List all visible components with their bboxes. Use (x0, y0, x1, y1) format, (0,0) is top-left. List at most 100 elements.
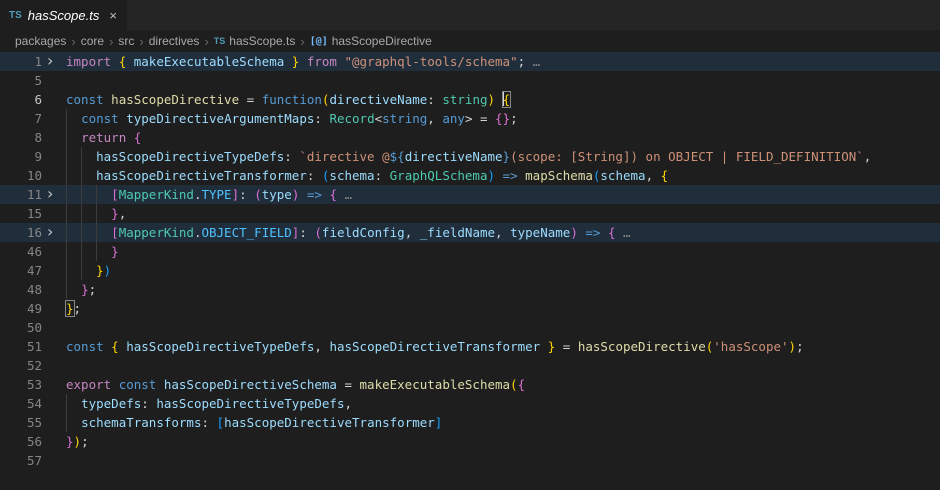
code-token: ) (74, 434, 82, 449)
breadcrumb-item-hasscopedirective[interactable]: [@]hasScopeDirective (310, 34, 432, 48)
indent-guide (96, 185, 97, 204)
code-text: [MapperKind.OBJECT_FIELD]: (fieldConfig,… (66, 223, 631, 242)
code-line-54[interactable]: 54 typeDefs: hasScopeDirectiveTypeDefs, (0, 394, 940, 413)
tab-close-icon[interactable]: × (109, 8, 117, 23)
indent-guide (96, 204, 97, 223)
code-token: ; (518, 54, 533, 69)
code-line-57[interactable]: 57 (0, 451, 940, 470)
code-token: any (442, 111, 465, 126)
code-token: ; (510, 111, 518, 126)
breadcrumb-item-hasscope.ts[interactable]: TShasScope.ts (214, 34, 296, 48)
gutter: 56 (0, 432, 66, 451)
code-line-53[interactable]: 53export const hasScopeDirectiveSchema =… (0, 375, 940, 394)
code-editor[interactable]: 1›import { makeExecutableSchema } from "… (0, 52, 940, 470)
gutter: 7 (0, 109, 66, 128)
code-token: < (375, 111, 383, 126)
gutter: 52 (0, 356, 66, 375)
code-token: } (81, 282, 89, 297)
code-text: }); (66, 432, 89, 451)
code-token: hasScopeDirective (578, 339, 706, 354)
code-token (66, 244, 111, 259)
breadcrumb-item-core[interactable]: core (81, 34, 104, 48)
code-token: ; (81, 434, 89, 449)
code-token: from (307, 54, 337, 69)
tab-hasscope[interactable]: TS hasScope.ts × (0, 0, 127, 30)
code-token: } (111, 206, 119, 221)
code-token: MapperKind (119, 225, 194, 240)
code-line-9[interactable]: 9 hasScopeDirectiveTypeDefs: `directive … (0, 147, 940, 166)
code-token: … (616, 225, 631, 240)
code-line-15[interactable]: 15 }, (0, 204, 940, 223)
code-token: { (661, 168, 669, 183)
code-line-7[interactable]: 7 const typeDirectiveArgumentMaps: Recor… (0, 109, 940, 128)
code-token: : (299, 225, 314, 240)
code-token: = (555, 339, 578, 354)
code-token: [ (217, 415, 225, 430)
code-line-16[interactable]: 16› [MapperKind.OBJECT_FIELD]: (fieldCon… (0, 223, 940, 242)
gutter: 1› (0, 52, 66, 71)
indent-guide (96, 223, 97, 242)
code-line-1[interactable]: 1›import { makeExecutableSchema } from "… (0, 52, 940, 71)
indent-guide (66, 261, 67, 280)
code-token: } (503, 149, 511, 164)
breadcrumb-item-directives[interactable]: directives (149, 34, 200, 48)
code-token: => (307, 187, 322, 202)
code-line-50[interactable]: 50 (0, 318, 940, 337)
code-line-5[interactable]: 5 (0, 71, 940, 90)
code-text: const { hasScopeDirectiveTypeDefs, hasSc… (66, 337, 804, 356)
fold-chevron-icon[interactable]: › (47, 185, 53, 203)
code-token: ] (232, 187, 240, 202)
code-token: { (111, 339, 119, 354)
code-token: ) (789, 339, 797, 354)
code-token: : (314, 111, 329, 126)
breadcrumb-item-packages[interactable]: packages (15, 34, 66, 48)
code-line-8[interactable]: 8 return { (0, 128, 940, 147)
line-number: 47 (27, 261, 42, 280)
code-token: schemaTransforms (81, 415, 201, 430)
code-line-52[interactable]: 52 (0, 356, 940, 375)
code-line-49[interactable]: 49}; (0, 299, 940, 318)
gutter: 8 (0, 128, 66, 147)
code-line-47[interactable]: 47 }) (0, 261, 940, 280)
fold-chevron-icon[interactable]: › (47, 223, 53, 241)
code-line-56[interactable]: 56}); (0, 432, 940, 451)
code-token: hasScopeDirectiveTransformer (224, 415, 435, 430)
code-token: … (533, 54, 541, 69)
gutter: 55 (0, 413, 66, 432)
code-token: ( (254, 187, 262, 202)
breadcrumb-item-src[interactable]: src (118, 34, 134, 48)
code-token: makeExecutableSchema (360, 377, 511, 392)
code-token: => (585, 225, 600, 240)
code-text: [MapperKind.TYPE]: (type) => { … (66, 185, 352, 204)
gutter: 46 (0, 242, 66, 261)
code-line-51[interactable]: 51 const { hasScopeDirectiveTypeDefs, has… (0, 337, 940, 356)
code-line-6[interactable]: 6const hasScopeDirective = function(dire… (0, 90, 940, 109)
code-line-11[interactable]: 11› [MapperKind.TYPE]: (type) => { … (0, 185, 940, 204)
line-number: 51 (27, 337, 42, 356)
code-token: { (134, 130, 142, 145)
code-token: ) (488, 92, 496, 107)
code-line-48[interactable]: 48 }; (0, 280, 940, 299)
gutter: 49 (0, 299, 66, 318)
fold-chevron-icon[interactable]: › (47, 52, 53, 70)
indent-guide (81, 261, 82, 280)
code-token: fieldConfig (322, 225, 405, 240)
indent-guide (81, 223, 82, 242)
code-line-10[interactable]: 10 hasScopeDirectiveTransformer: (schema… (0, 166, 940, 185)
code-text: }) (66, 261, 111, 280)
code-token: 'hasScope' (713, 339, 788, 354)
code-token: [ (111, 187, 119, 202)
code-token: hasScopeDirectiveTransformer (329, 339, 540, 354)
code-token: > = (465, 111, 495, 126)
code-token: } (111, 244, 119, 259)
code-token (156, 377, 164, 392)
code-token: ( (314, 225, 322, 240)
line-number: 54 (27, 394, 42, 413)
code-token: type (262, 187, 292, 202)
code-token: { (608, 225, 616, 240)
code-token: hasScopeDirectiveTypeDefs (156, 396, 344, 411)
code-line-46[interactable]: 46 } (0, 242, 940, 261)
code-text: }; (66, 280, 96, 299)
code-line-55[interactable]: 55 schemaTransforms: [hasScopeDirectiveT… (0, 413, 940, 432)
code-token: : (239, 187, 254, 202)
